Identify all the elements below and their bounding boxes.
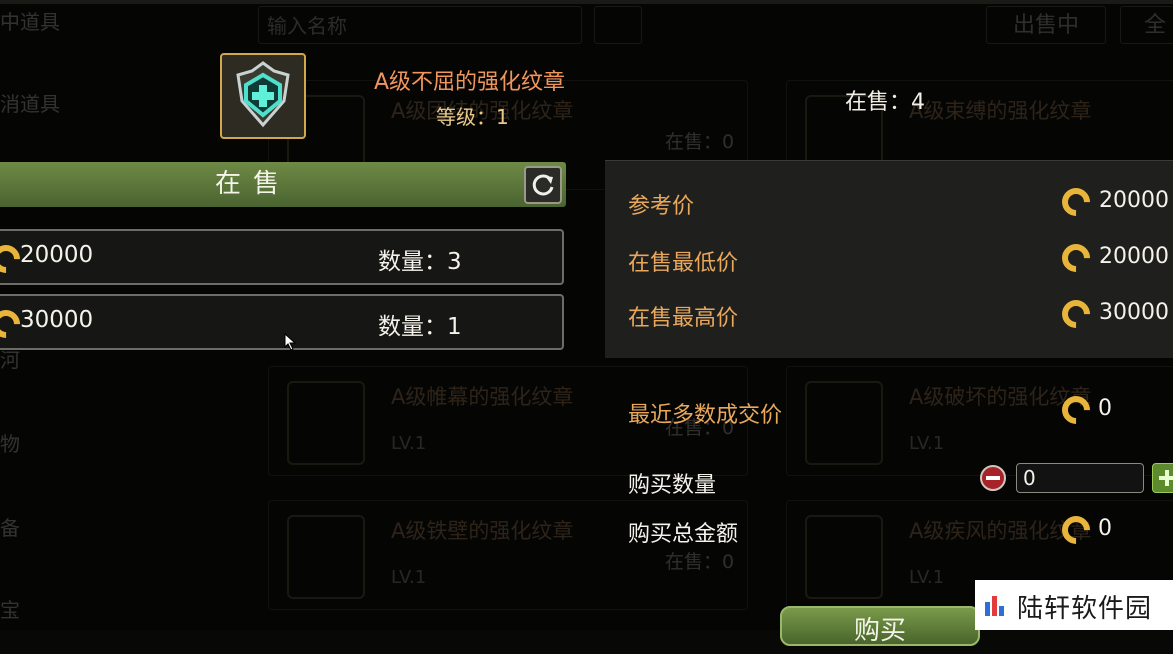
listing-row[interactable]: 30000 数量：1	[0, 294, 564, 350]
watermark-text: 陆轩软件园	[1017, 594, 1153, 624]
reference-price-label: 参考价	[628, 194, 695, 219]
recent-trade-price-value: 0	[1098, 396, 1112, 421]
lowest-price-label: 在售最低价	[628, 251, 739, 276]
decrease-quantity-button[interactable]	[980, 465, 1006, 491]
listing-price: 30000	[20, 307, 94, 333]
on-sale-count: 在售：4	[845, 90, 925, 115]
shield-cross-emblem-icon	[220, 53, 306, 139]
listing-header: 在售	[0, 162, 566, 207]
highest-price-value: 30000	[1099, 300, 1169, 325]
refresh-button[interactable]	[524, 166, 562, 204]
buy-button[interactable]: 购买	[780, 606, 980, 646]
lowest-price-value: 20000	[1099, 244, 1169, 269]
item-level: 等级：1	[436, 105, 509, 129]
watermark-logo-icon	[985, 596, 1004, 616]
buy-quantity-label: 购买数量	[628, 473, 717, 498]
listing-row[interactable]: 20000 数量：3	[0, 229, 564, 285]
item-name: A级不屈的强化纹章	[374, 70, 566, 95]
mouse-cursor-icon	[284, 333, 297, 351]
increase-quantity-button[interactable]	[1152, 463, 1173, 493]
total-amount-label: 购买总金额	[628, 522, 739, 547]
refresh-icon	[532, 174, 554, 196]
total-amount-value: 0	[1098, 516, 1112, 541]
listing-title: 在售	[214, 169, 291, 199]
listing-quantity: 数量：3	[378, 249, 462, 275]
reference-price-value: 20000	[1099, 188, 1169, 213]
listing-price: 20000	[20, 242, 94, 268]
listing-quantity: 数量：1	[378, 314, 462, 340]
recent-trade-price-label: 最近多数成交价	[628, 403, 783, 428]
watermark: 陆轩软件园	[975, 580, 1173, 630]
highest-price-label: 在售最高价	[628, 306, 739, 331]
buy-quantity-input[interactable]: 0	[1016, 463, 1144, 493]
